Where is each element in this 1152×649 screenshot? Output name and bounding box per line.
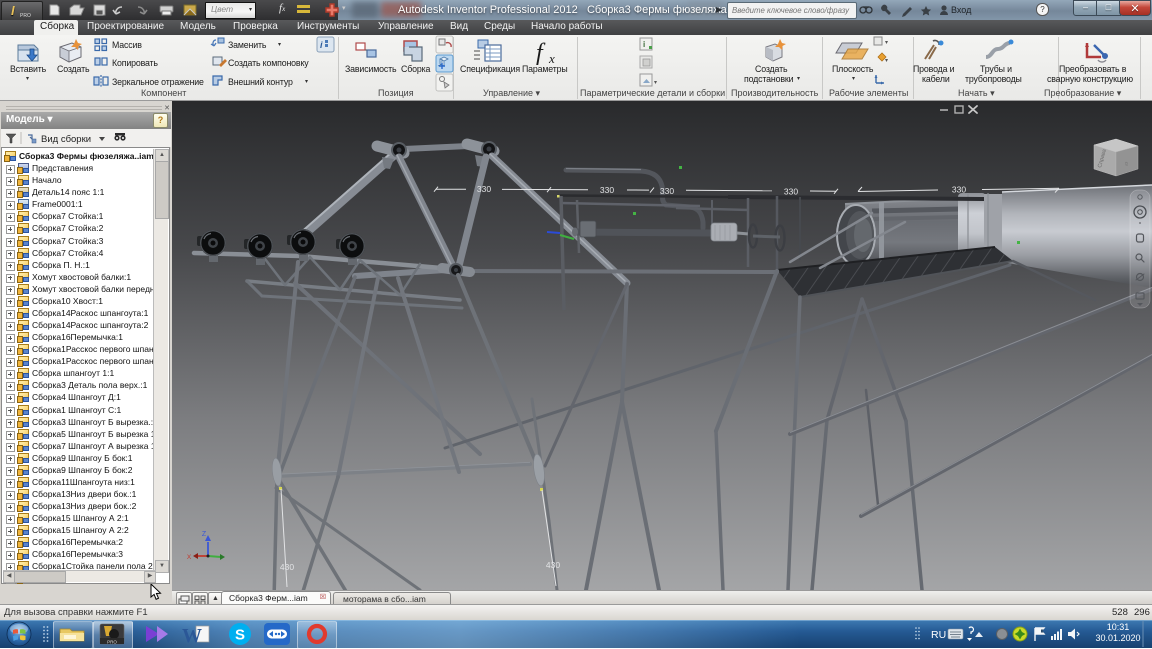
svg-text:330: 330 (952, 185, 966, 195)
svg-text:X: X (187, 554, 192, 561)
svg-text:330: 330 (660, 186, 674, 196)
svg-text:430: 430 (280, 562, 294, 572)
svg-text:Вид сборки: Вид сборки (41, 134, 91, 145)
svg-text:RU: RU (931, 629, 946, 641)
svg-text:W: W (182, 625, 202, 647)
svg-text:S: S (235, 627, 245, 644)
svg-text:330: 330 (784, 187, 798, 197)
svg-text:430: 430 (546, 560, 560, 570)
svg-text:330: 330 (477, 184, 491, 194)
svg-text:PRO: PRO (107, 640, 117, 645)
svg-text:Z: Z (202, 531, 207, 538)
svg-text:330: 330 (600, 185, 614, 195)
